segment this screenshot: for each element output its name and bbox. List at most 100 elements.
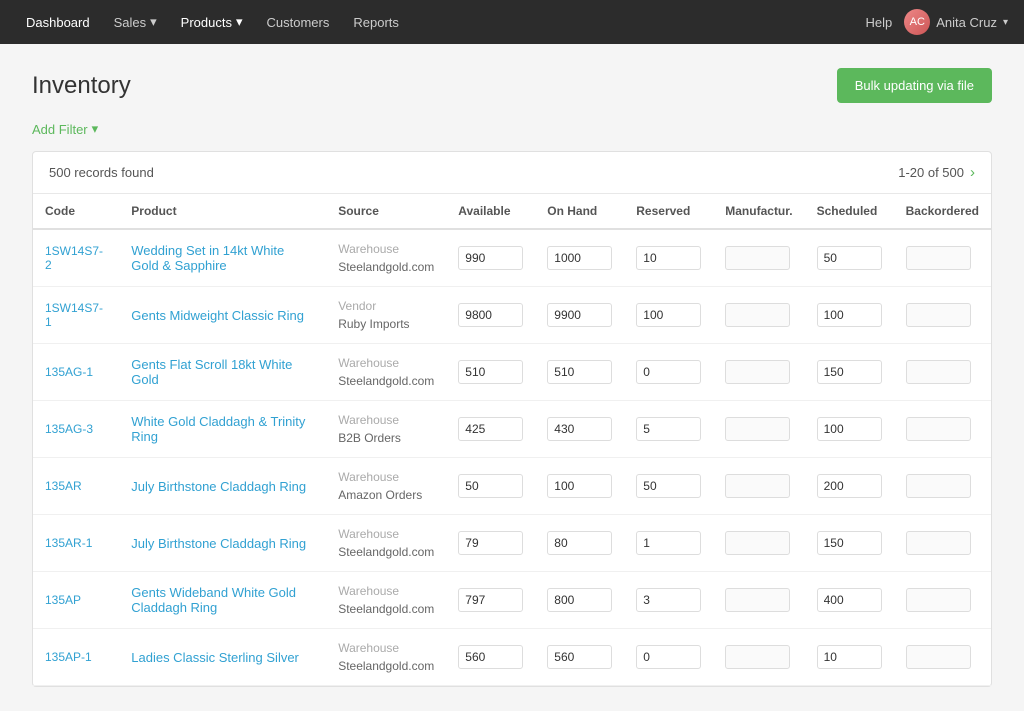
available-input[interactable]: [458, 645, 523, 669]
cell-reserved: [624, 344, 713, 401]
manufactur-input[interactable]: [725, 303, 790, 327]
onhand-input[interactable]: [547, 360, 612, 384]
nav-left: Dashboard Sales ▾ Products ▾ Customers R…: [16, 8, 409, 36]
onhand-input[interactable]: [547, 588, 612, 612]
col-manufactur: Manufactur.: [713, 194, 804, 229]
scheduled-input[interactable]: [817, 246, 882, 270]
manufactur-input[interactable]: [725, 246, 790, 270]
cell-code[interactable]: 135AP-1: [33, 629, 119, 686]
onhand-input[interactable]: [547, 645, 612, 669]
source-name-label: B2B Orders: [338, 431, 401, 445]
table-row: 135AG-1 Gents Flat Scroll 18kt White Gol…: [33, 344, 991, 401]
available-input[interactable]: [458, 360, 523, 384]
scheduled-input[interactable]: [817, 531, 882, 555]
pagination-next-icon[interactable]: ›: [970, 164, 975, 181]
cell-product[interactable]: Gents Wideband White Gold Claddagh Ring: [119, 572, 326, 629]
table-row: 135AP Gents Wideband White Gold Claddagh…: [33, 572, 991, 629]
backordered-input[interactable]: [906, 417, 971, 441]
table-row: 1SW14S7-2 Wedding Set in 14kt White Gold…: [33, 229, 991, 287]
backordered-input[interactable]: [906, 246, 971, 270]
manufactur-input[interactable]: [725, 531, 790, 555]
cell-product[interactable]: Ladies Classic Sterling Silver: [119, 629, 326, 686]
nav-reports[interactable]: Reports: [343, 9, 409, 36]
cell-product[interactable]: July Birthstone Claddagh Ring: [119, 458, 326, 515]
scheduled-input[interactable]: [817, 474, 882, 498]
cell-scheduled: [805, 629, 894, 686]
cell-code[interactable]: 1SW14S7-1: [33, 287, 119, 344]
available-input[interactable]: [458, 588, 523, 612]
backordered-input[interactable]: [906, 360, 971, 384]
cell-product[interactable]: Wedding Set in 14kt White Gold & Sapphir…: [119, 229, 326, 287]
backordered-input[interactable]: [906, 645, 971, 669]
bulk-update-button[interactable]: Bulk updating via file: [837, 68, 992, 103]
cell-code[interactable]: 135AG-1: [33, 344, 119, 401]
available-input[interactable]: [458, 303, 523, 327]
help-link[interactable]: Help: [866, 15, 893, 30]
nav-dashboard[interactable]: Dashboard: [16, 9, 100, 36]
cell-code[interactable]: 135AR: [33, 458, 119, 515]
source-name-label: Amazon Orders: [338, 488, 422, 502]
scheduled-input[interactable]: [817, 303, 882, 327]
cell-reserved: [624, 572, 713, 629]
page-title: Inventory: [32, 72, 131, 100]
col-reserved: Reserved: [624, 194, 713, 229]
cell-product[interactable]: White Gold Claddagh & Trinity Ring: [119, 401, 326, 458]
onhand-input[interactable]: [547, 417, 612, 441]
manufactur-input[interactable]: [725, 645, 790, 669]
source-name-label: Steelandgold.com: [338, 374, 434, 388]
onhand-input[interactable]: [547, 531, 612, 555]
backordered-input[interactable]: [906, 474, 971, 498]
available-input[interactable]: [458, 246, 523, 270]
add-filter-button[interactable]: Add Filter ▾: [32, 121, 98, 137]
cell-onhand: [535, 458, 624, 515]
username-label: Anita Cruz: [936, 15, 997, 30]
page-header: Inventory Bulk updating via file: [32, 68, 992, 103]
table-row: 135AR-1 July Birthstone Claddagh Ring Wa…: [33, 515, 991, 572]
available-input[interactable]: [458, 531, 523, 555]
reserved-input[interactable]: [636, 645, 701, 669]
reserved-input[interactable]: [636, 474, 701, 498]
onhand-input[interactable]: [547, 474, 612, 498]
reserved-input[interactable]: [636, 360, 701, 384]
cell-onhand: [535, 229, 624, 287]
scheduled-input[interactable]: [817, 645, 882, 669]
manufactur-input[interactable]: [725, 588, 790, 612]
backordered-input[interactable]: [906, 588, 971, 612]
reserved-input[interactable]: [636, 246, 701, 270]
scheduled-input[interactable]: [817, 588, 882, 612]
nav-sales[interactable]: Sales ▾: [104, 8, 167, 36]
onhand-input[interactable]: [547, 303, 612, 327]
scheduled-input[interactable]: [817, 417, 882, 441]
cell-product[interactable]: Gents Midweight Classic Ring: [119, 287, 326, 344]
manufactur-input[interactable]: [725, 417, 790, 441]
cell-code[interactable]: 135AP: [33, 572, 119, 629]
table-row: 135AP-1 Ladies Classic Sterling Silver W…: [33, 629, 991, 686]
backordered-input[interactable]: [906, 531, 971, 555]
cell-scheduled: [805, 287, 894, 344]
cell-code[interactable]: 135AR-1: [33, 515, 119, 572]
reserved-input[interactable]: [636, 417, 701, 441]
available-input[interactable]: [458, 474, 523, 498]
cell-code[interactable]: 135AG-3: [33, 401, 119, 458]
cell-onhand: [535, 401, 624, 458]
reserved-input[interactable]: [636, 588, 701, 612]
cell-product[interactable]: July Birthstone Claddagh Ring: [119, 515, 326, 572]
nav-products[interactable]: Products ▾: [171, 8, 253, 36]
cell-code[interactable]: 1SW14S7-2: [33, 229, 119, 287]
reserved-input[interactable]: [636, 303, 701, 327]
col-code: Code: [33, 194, 119, 229]
cell-available: [446, 458, 535, 515]
user-menu[interactable]: AC Anita Cruz ▾: [904, 9, 1008, 35]
manufactur-input[interactable]: [725, 360, 790, 384]
available-input[interactable]: [458, 417, 523, 441]
manufactur-input[interactable]: [725, 474, 790, 498]
cell-product[interactable]: Gents Flat Scroll 18kt White Gold: [119, 344, 326, 401]
backordered-input[interactable]: [906, 303, 971, 327]
reserved-input[interactable]: [636, 531, 701, 555]
source-name-label: Steelandgold.com: [338, 260, 434, 274]
source-type-label: Warehouse: [338, 470, 399, 484]
scheduled-input[interactable]: [817, 360, 882, 384]
onhand-input[interactable]: [547, 246, 612, 270]
cell-available: [446, 515, 535, 572]
nav-customers[interactable]: Customers: [257, 9, 340, 36]
